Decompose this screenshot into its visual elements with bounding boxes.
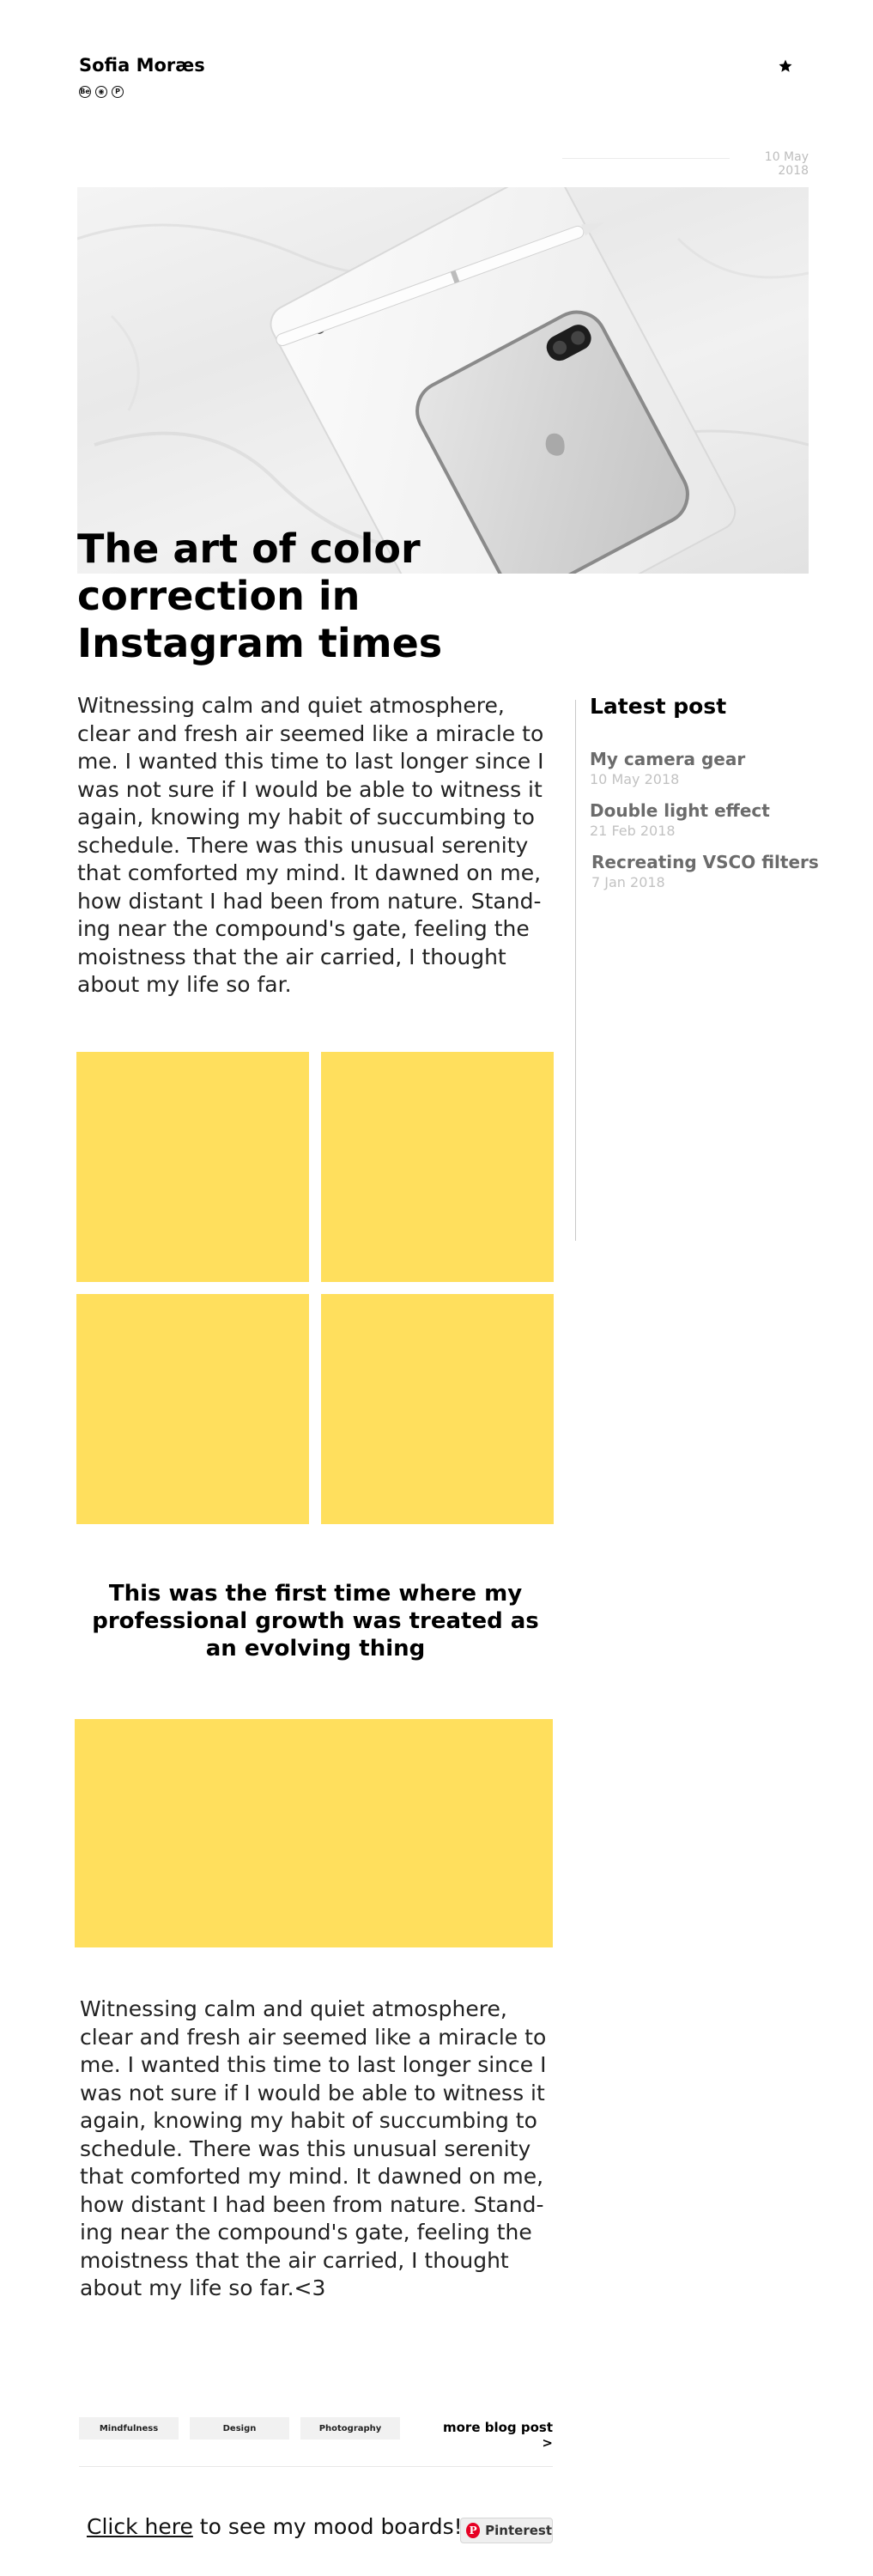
- post-body-2: Witnessing calm and quiet atmosphere, cl…: [80, 1996, 547, 2300]
- gallery-image[interactable]: [76, 1294, 309, 1524]
- latest-post-title[interactable]: Double light effect: [590, 799, 821, 822]
- author-name[interactable]: Sofia Moræs: [79, 55, 205, 76]
- latest-posts-sidebar: Latest post My camera gear 10 May 2018 D…: [590, 694, 821, 902]
- date-divider: [562, 158, 730, 159]
- latest-post-item[interactable]: Double light effect 21 Feb 2018: [590, 799, 821, 841]
- mood-board-line: Click here to see my mood boards!: [87, 2514, 463, 2539]
- pinterest-logo-icon: P: [466, 2523, 481, 2538]
- mood-board-text: to see my mood boards!: [192, 2514, 463, 2539]
- hero-illustration: [77, 187, 809, 574]
- star-button[interactable]: [776, 57, 795, 76]
- star-icon: [779, 59, 792, 72]
- behance-icon[interactable]: Be: [79, 86, 91, 98]
- pinterest-label: Pinterest: [485, 2523, 552, 2538]
- tag-mindfulness[interactable]: Mindfulness: [79, 2417, 179, 2439]
- wide-image[interactable]: [75, 1719, 553, 1947]
- dribbble-icon[interactable]: ◉: [95, 86, 107, 98]
- post-body: Witnessing calm and quiet atmosphere, cl…: [77, 693, 544, 997]
- more-blog-posts-link[interactable]: more blog post >: [429, 2420, 553, 2451]
- sidebar-title: Latest post: [590, 694, 727, 719]
- latest-post-date: 7 Jan 2018: [591, 874, 665, 890]
- pinterest-icon[interactable]: P: [112, 86, 124, 98]
- latest-post-item[interactable]: Recreating VSCO filters 7 Jan 2018: [590, 851, 821, 892]
- tag-list: Mindfulness Design Photography: [79, 2417, 411, 2439]
- tag-photography[interactable]: Photography: [300, 2417, 400, 2439]
- latest-post-item[interactable]: My camera gear 10 May 2018: [590, 748, 821, 789]
- latest-post-date: 10 May 2018: [590, 771, 680, 787]
- pull-quote: This was the first time where my profess…: [92, 1581, 539, 1662]
- mood-board-link[interactable]: Click here: [87, 2514, 193, 2539]
- pinterest-button[interactable]: P Pinterest: [460, 2518, 553, 2543]
- gallery-image[interactable]: [76, 1052, 309, 1282]
- site-header: Sofia Moræs Be ◉ P: [79, 55, 795, 106]
- footer-divider: [79, 2466, 553, 2467]
- latest-post-date: 21 Feb 2018: [590, 823, 676, 839]
- tag-design[interactable]: Design: [190, 2417, 289, 2439]
- gallery-image[interactable]: [321, 1052, 554, 1282]
- sidebar-divider: [575, 700, 576, 1241]
- post-title: The art of color correction in Instagram…: [77, 526, 443, 666]
- latest-post-title[interactable]: My camera gear: [590, 748, 821, 770]
- latest-post-title[interactable]: Recreating VSCO filters: [590, 851, 821, 873]
- hero-image: [77, 187, 809, 574]
- gallery-image[interactable]: [321, 1294, 554, 1524]
- post-date: 10 May 2018: [764, 150, 809, 178]
- social-icons: Be ◉ P: [79, 86, 124, 98]
